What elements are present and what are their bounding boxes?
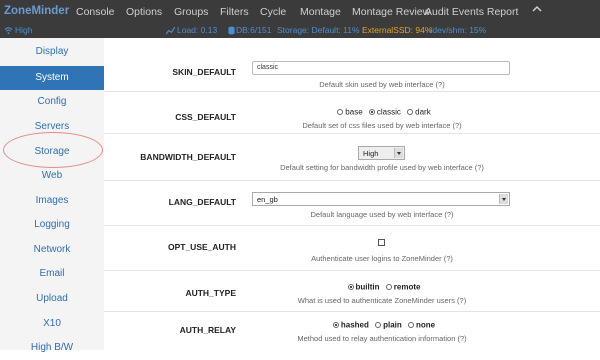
option-name: OPT_USE_AUTH [167, 242, 236, 252]
radio-label: none [416, 320, 436, 330]
chevron-down-icon [394, 148, 403, 158]
radio-base[interactable] [337, 108, 344, 115]
sidebar-item-system[interactable]: System [0, 66, 104, 90]
option-name: LANG_DEFAULT [168, 197, 236, 207]
option-help[interactable]: Default setting for bandwidth profile us… [252, 163, 512, 172]
option-name: AUTH_RELAY [179, 325, 236, 335]
option-help[interactable]: Method used to relay authentication info… [252, 334, 512, 343]
auth-type-radio-group: builtin remote [252, 282, 512, 291]
option-row-bandwidth-default: BANDWIDTH_DEFAULT High Default setting f… [104, 134, 600, 181]
nav-cycle[interactable]: Cycle [260, 6, 286, 18]
status-bar: High Load: 0.13 DB:6/151 Storage: Defaul… [0, 24, 600, 38]
external-ssd-status: ExternalSSD: 94% [362, 25, 433, 35]
options-sidebar: Display System Config Servers Storage We… [0, 38, 104, 353]
sidebar-item-images[interactable]: Images [0, 189, 104, 213]
option-help[interactable]: Authenticate user logins to ZoneMinder (… [252, 254, 512, 263]
option-name: CSS_DEFAULT [175, 112, 236, 122]
options-panel: SKIN_DEFAULT classic Default skin used b… [104, 38, 600, 350]
sidebar-item-x10[interactable]: X10 [0, 312, 104, 336]
nav-console[interactable]: Console [76, 6, 115, 18]
opt-use-auth-checkbox[interactable] [378, 239, 385, 246]
lang-default-select[interactable]: en_gb [252, 192, 510, 206]
radio-label: hashed [340, 320, 369, 330]
sidebar-item-display[interactable]: Display [0, 40, 104, 64]
radio-dark[interactable] [407, 108, 414, 115]
sidebar-item-email[interactable]: Email [0, 262, 104, 286]
chevron-up-icon[interactable] [532, 4, 542, 14]
option-name: SKIN_DEFAULT [172, 67, 236, 77]
bandwidth-default-select[interactable]: High [358, 146, 405, 160]
radio-builtin[interactable] [347, 283, 354, 290]
option-row-lang-default: LANG_DEFAULT en_gb Default language used… [104, 181, 600, 226]
bandwidth-indicator[interactable]: High [15, 25, 32, 35]
load-status: Load: 0.13 [177, 25, 218, 35]
sidebar-item-servers[interactable]: Servers [0, 115, 104, 139]
nav-options[interactable]: Options [126, 6, 162, 18]
option-name: BANDWIDTH_DEFAULT [140, 152, 236, 162]
radio-label: plain [383, 320, 402, 330]
database-icon [228, 26, 235, 35]
option-row-auth-relay: AUTH_RELAY hashed plain none Method used… [104, 312, 600, 350]
option-row-skin-default: SKIN_DEFAULT classic Default skin used b… [104, 38, 600, 92]
radio-remote[interactable] [385, 283, 392, 290]
radio-plain[interactable] [375, 321, 382, 328]
nav-groups[interactable]: Groups [174, 6, 208, 18]
radio-classic[interactable] [368, 108, 375, 115]
sidebar-item-web[interactable]: Web [0, 164, 104, 188]
sidebar-item-logging[interactable]: Logging [0, 213, 104, 237]
top-navbar: ZoneMinder Console Options Groups Filter… [0, 0, 600, 24]
option-name: AUTH_TYPE [185, 288, 236, 298]
shm-status: /dev/shm: 15% [430, 25, 487, 35]
sidebar-item-high-bw[interactable]: High B/W [0, 336, 104, 360]
radio-label: base [345, 107, 363, 117]
sidebar-item-storage[interactable]: Storage [0, 140, 104, 164]
db-status: DB:6/151 [236, 25, 272, 35]
option-help[interactable]: Default set of css files used by web int… [252, 121, 512, 130]
option-help[interactable]: Default language used by web interface (… [252, 210, 512, 219]
chart-icon [166, 26, 175, 35]
sidebar-item-upload[interactable]: Upload [0, 287, 104, 311]
nav-filters[interactable]: Filters [220, 6, 249, 18]
radio-label: classic [376, 107, 401, 117]
brand-logo[interactable]: ZoneMinder [4, 5, 69, 17]
sidebar-item-network[interactable]: Network [0, 238, 104, 262]
option-row-css-default: CSS_DEFAULT base classic dark Default se… [104, 92, 600, 134]
option-row-opt-use-auth: OPT_USE_AUTH Authenticate user logins to… [104, 226, 600, 271]
radio-none[interactable] [408, 321, 415, 328]
radio-label: builtin [355, 282, 380, 292]
radio-hashed[interactable] [332, 321, 339, 328]
css-default-radio-group: base classic dark [252, 107, 512, 116]
nav-montage[interactable]: Montage [300, 6, 341, 18]
radio-label: dark [415, 107, 431, 117]
option-help[interactable]: What is used to authenticate ZoneMinder … [252, 296, 512, 305]
skin-default-input[interactable]: classic [252, 61, 510, 75]
select-value: en_gb [257, 195, 278, 204]
sidebar-item-config[interactable]: Config [0, 90, 104, 114]
storage-status: Storage: Default: 11% [277, 25, 360, 35]
option-row-auth-type: AUTH_TYPE builtin remote What is used to… [104, 271, 600, 312]
option-help[interactable]: Default skin used by web interface (?) [252, 80, 512, 89]
wifi-icon [4, 27, 13, 35]
nav-montage-review[interactable]: Montage Review [352, 6, 430, 18]
select-value: High [363, 149, 379, 158]
auth-relay-radio-group: hashed plain none [252, 320, 512, 329]
radio-label: remote [393, 282, 421, 292]
nav-audit-events-report[interactable]: Audit Events Report [425, 6, 518, 18]
chevron-down-icon [499, 194, 508, 204]
